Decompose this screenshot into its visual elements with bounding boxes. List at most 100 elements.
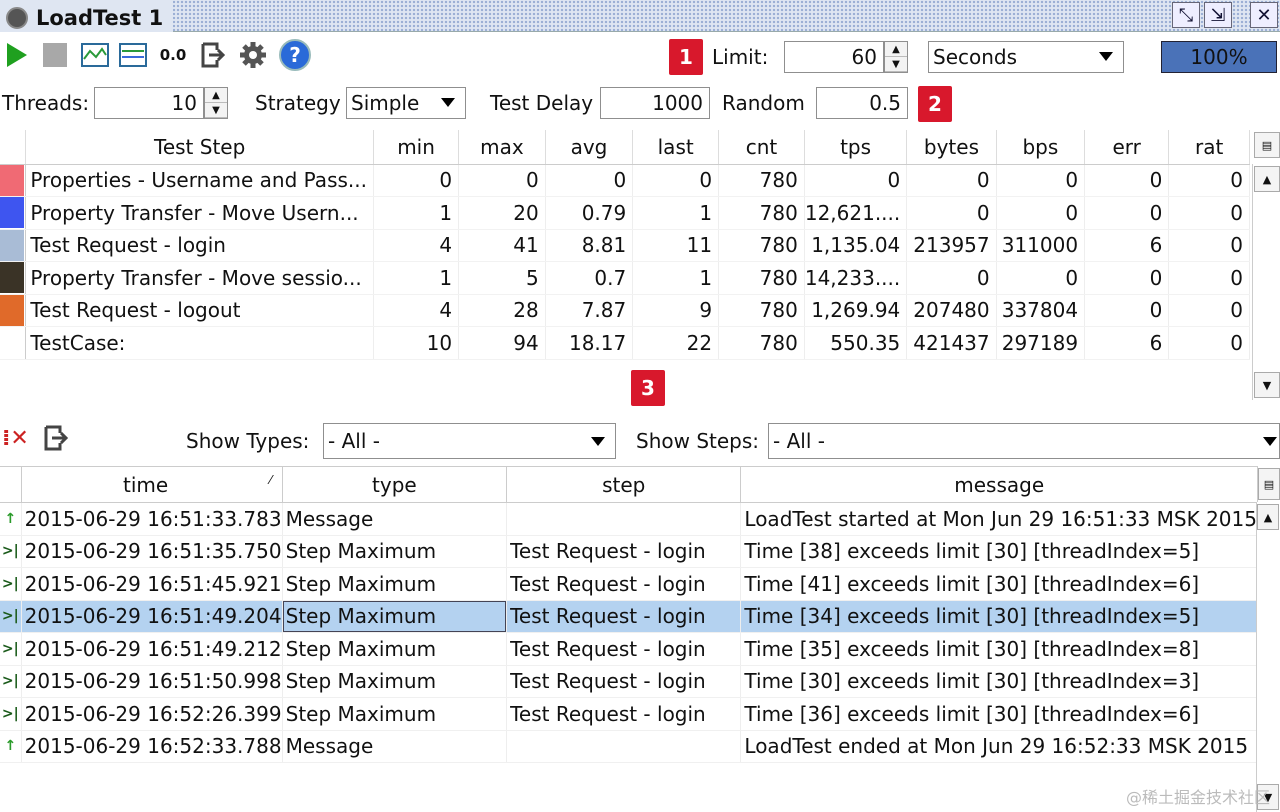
random-input[interactable]: 0.5 (816, 87, 908, 119)
log-time: 2015-06-29 16:51:45.921 (21, 567, 283, 601)
stats-row[interactable]: Properties - Username and Pass... 0 0 0 0 780… (0, 164, 1250, 197)
column-header[interactable]: min (373, 130, 460, 165)
series-color-swatch[interactable] (0, 294, 27, 327)
reset-label: 0.0 (159, 46, 187, 64)
stat-cell: 337804 (996, 294, 1086, 327)
log-message: Time [30] exceeds limit [30] [threadInde… (740, 665, 1258, 698)
restore-icon[interactable]: ⇲ (1204, 2, 1232, 28)
column-header[interactable]: last (632, 130, 720, 165)
column-header[interactable]: bytes (906, 130, 997, 165)
stats-scrollbar[interactable]: ▲ ▼ (1252, 164, 1280, 400)
log-row[interactable]: ↑ 2015-06-29 16:51:33.783 Message LoadTest … (0, 502, 1258, 536)
column-header[interactable]: bps (996, 130, 1086, 165)
stat-cell: 0 (906, 164, 997, 197)
stats-row[interactable]: Property Transfer - Move sessio... 1 5 0.7 1… (0, 261, 1250, 295)
minimize-icon[interactable]: ⤡ (1172, 2, 1200, 28)
run-icon[interactable] (2, 40, 32, 70)
export-icon[interactable] (198, 40, 228, 70)
log-type: Step Maximum (282, 600, 508, 633)
stats-row[interactable]: Test Request - login 4 41 8.81 11 780 1,135.04… (0, 229, 1250, 262)
log-row[interactable]: >| 2015-06-29 16:51:35.750 Step Maximum Tes… (0, 535, 1258, 568)
log-time: 2015-06-29 16:51:35.750 (21, 535, 283, 568)
log-row[interactable]: >| 2015-06-29 16:51:50.998 Step Maximum Tes… (0, 665, 1258, 698)
log-message: LoadTest started at Mon Jun 29 16:51:33 … (740, 502, 1258, 536)
test-delay-input[interactable]: 1000 (600, 87, 710, 119)
scroll-up-icon[interactable]: ▲ (1257, 504, 1279, 530)
step-maximum-icon: >| (0, 535, 22, 568)
stat-cell: 6 (1084, 229, 1170, 262)
chart-icon[interactable] (80, 40, 110, 70)
stat-cell: 8.81 (545, 229, 634, 262)
log-time: 2015-06-29 16:52:33.788 (21, 730, 283, 763)
column-chooser-icon[interactable]: ▤ (1258, 468, 1280, 500)
limit-input[interactable]: 60 (784, 41, 884, 73)
stat-cell: 1 (373, 261, 460, 295)
column-chooser-icon[interactable]: ▤ (1254, 132, 1280, 158)
log-scrollbar[interactable]: ▲ ▼ (1256, 502, 1280, 812)
stat-cell: 0 (906, 261, 997, 295)
stats-row[interactable]: Property Transfer - Move Usern... 1 20 0.79… (0, 196, 1250, 230)
series-color-swatch[interactable] (0, 326, 27, 360)
stop-icon[interactable] (40, 40, 70, 70)
column-header[interactable]: max (458, 130, 546, 165)
column-header[interactable]: message (740, 466, 1258, 503)
stat-cell: 297189 (996, 326, 1086, 360)
stats-chart-icon[interactable] (118, 40, 148, 70)
threads-input[interactable]: 10 (94, 87, 204, 119)
stat-cell: 4 (373, 229, 460, 262)
column-header[interactable]: cnt (718, 130, 805, 165)
close-icon[interactable]: ✕ (1250, 2, 1278, 28)
column-header[interactable]: Test Step (25, 130, 374, 165)
series-color-swatch[interactable] (0, 261, 27, 295)
show-types-label: Show Types: (186, 429, 310, 453)
stat-cell: 780 (718, 164, 805, 197)
limit-unit-select[interactable]: Seconds (928, 41, 1124, 73)
threads-spinner[interactable]: ▲ ▼ (204, 87, 228, 119)
log-type: Step Maximum (282, 535, 508, 568)
column-header[interactable]: step (506, 466, 742, 503)
help-icon[interactable]: ? (278, 38, 312, 72)
reset-icon[interactable]: 0.0 (158, 40, 188, 70)
log-step: Test Request - login (506, 632, 742, 666)
series-color-swatch[interactable] (0, 229, 27, 262)
stats-row[interactable]: Test Request - logout 4 28 7.87 9 780 1,269.94… (0, 294, 1250, 327)
limit-label: Limit: (712, 45, 769, 69)
log-type: Step Maximum (282, 632, 508, 666)
strategy-select[interactable]: Simple (346, 87, 466, 119)
column-header[interactable]: rat (1168, 130, 1250, 165)
column-header[interactable]: tps (804, 130, 908, 165)
export-log-icon[interactable] (42, 424, 70, 457)
show-types-select[interactable]: - All - (323, 423, 616, 459)
log-row[interactable]: >| 2015-06-29 16:51:49.212 Step Maximum Tes… (0, 632, 1258, 666)
stat-cell: 780 (718, 229, 805, 262)
spin-up-icon[interactable]: ▲ (205, 88, 227, 103)
log-row[interactable]: >| 2015-06-29 16:52:26.399 Step Maximum Tes… (0, 697, 1258, 731)
scroll-down-icon[interactable]: ▼ (1254, 372, 1280, 398)
gear-icon[interactable] (238, 40, 268, 70)
log-row[interactable]: >| 2015-06-29 16:51:49.204 Step Maximum Tes… (0, 600, 1258, 633)
watermark: @稀土掘金技术社区 (1125, 788, 1270, 807)
clear-log-icon[interactable]: ⁞✕ (2, 426, 29, 451)
series-color-swatch[interactable] (0, 196, 27, 230)
spin-down-icon[interactable]: ▼ (885, 57, 907, 72)
color-swatch (0, 262, 24, 294)
color-column-header (0, 130, 27, 165)
limit-spinner[interactable]: ▲ ▼ (884, 41, 908, 73)
column-header[interactable]: avg (545, 130, 634, 165)
stats-row[interactable]: TestCase: 10 94 18.17 22 780 550.35 421437 29718… (0, 326, 1250, 360)
spin-down-icon[interactable]: ▼ (205, 103, 227, 118)
scroll-up-icon[interactable]: ▲ (1254, 166, 1280, 192)
spin-up-icon[interactable]: ▲ (885, 42, 907, 57)
log-message: Time [34] exceeds limit [30] [threadInde… (740, 600, 1258, 633)
column-header[interactable]: type (282, 466, 508, 503)
stat-cell: 0 (632, 164, 720, 197)
log-type: Step Maximum (282, 567, 508, 601)
test-step-name: Properties - Username and Pass... (25, 164, 374, 197)
log-row[interactable]: >| 2015-06-29 16:51:45.921 Step Maximum Tes… (0, 567, 1258, 601)
series-color-swatch[interactable] (0, 164, 27, 197)
show-steps-select[interactable]: - All - (768, 423, 1280, 459)
step-maximum-icon: >| (0, 697, 22, 731)
log-row[interactable]: ↑ 2015-06-29 16:52:33.788 Message LoadTest … (0, 730, 1258, 763)
column-header[interactable]: time ⁄ (21, 466, 283, 503)
column-header[interactable]: err (1084, 130, 1170, 165)
